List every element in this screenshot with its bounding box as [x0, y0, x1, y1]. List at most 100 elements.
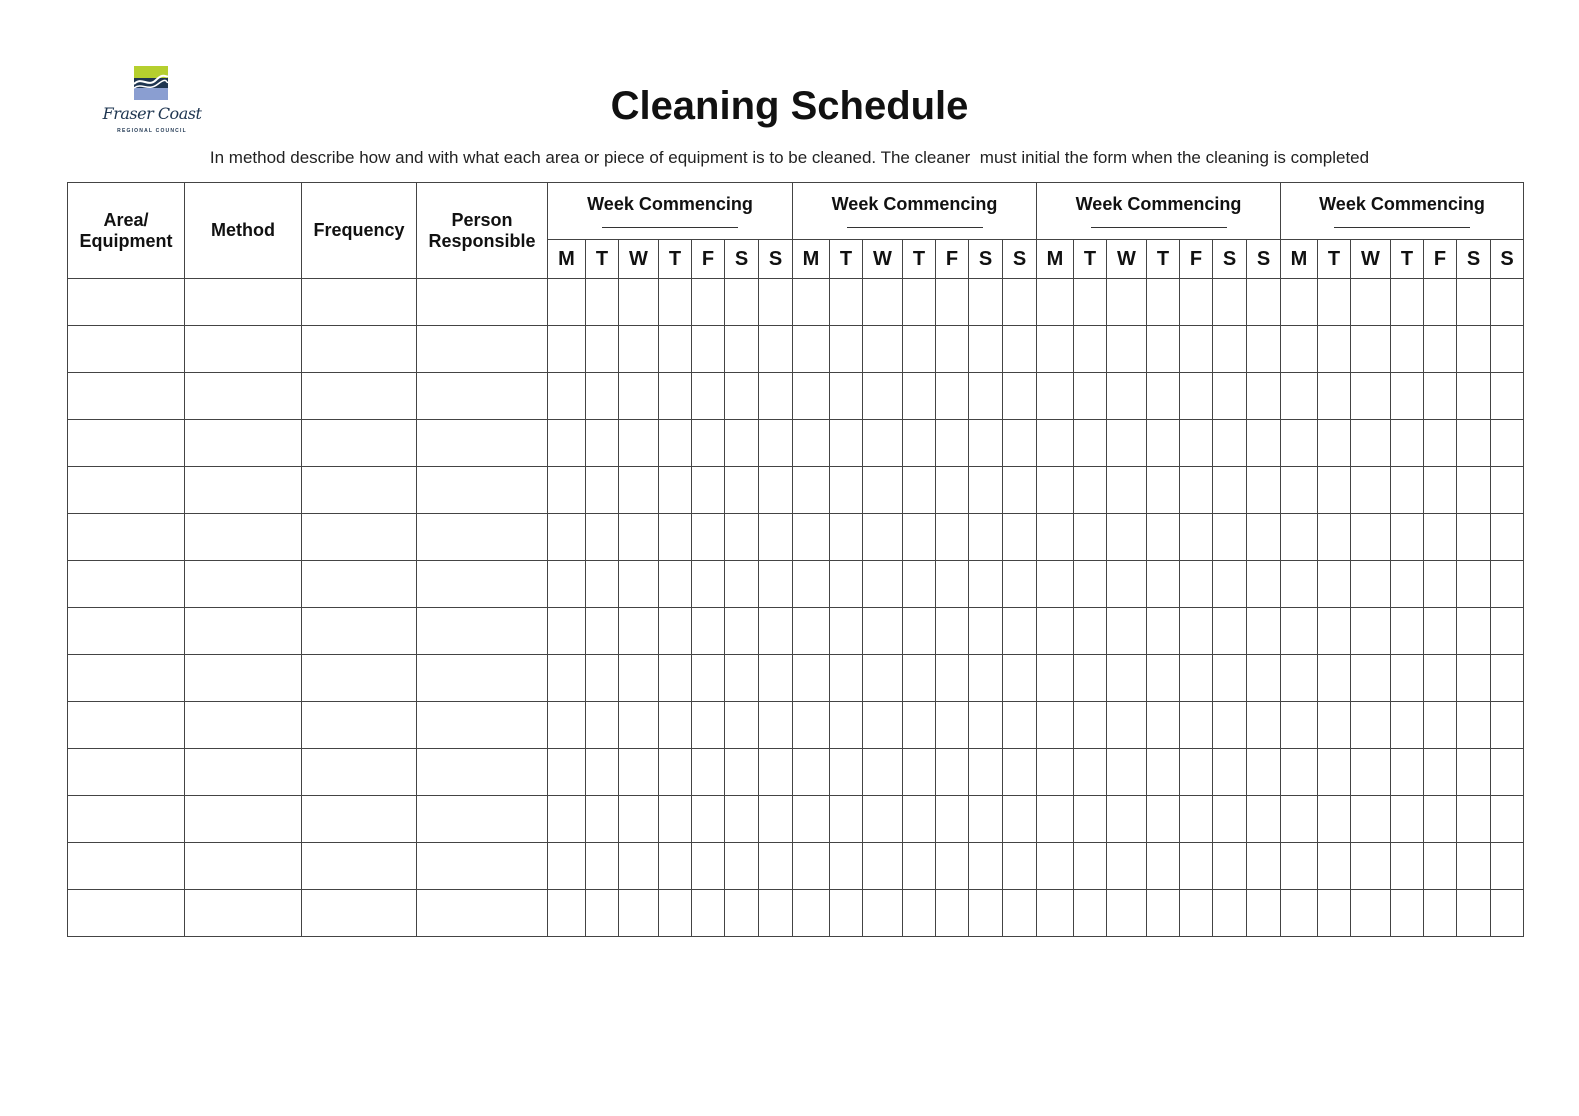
- initial-cell[interactable]: [1106, 466, 1147, 514]
- initial-cell[interactable]: [658, 278, 692, 326]
- initial-cell[interactable]: [862, 748, 903, 796]
- initial-cell[interactable]: [691, 748, 725, 796]
- initial-cell[interactable]: [935, 372, 969, 420]
- initial-cell[interactable]: [829, 513, 863, 561]
- initial-cell[interactable]: [1179, 560, 1213, 608]
- initial-cell[interactable]: [968, 889, 1003, 937]
- initial-cell[interactable]: [1036, 889, 1074, 937]
- initial-cell[interactable]: [1456, 607, 1491, 655]
- initial-cell[interactable]: [1073, 607, 1107, 655]
- initial-cell[interactable]: [1390, 372, 1424, 420]
- initial-cell[interactable]: [1073, 325, 1107, 373]
- area-cell[interactable]: [67, 701, 185, 749]
- initial-cell[interactable]: [691, 278, 725, 326]
- initial-cell[interactable]: [1179, 466, 1213, 514]
- initial-cell[interactable]: [1390, 889, 1424, 937]
- initial-cell[interactable]: [1179, 842, 1213, 890]
- initial-cell[interactable]: [829, 889, 863, 937]
- initial-cell[interactable]: [1350, 419, 1391, 467]
- initial-cell[interactable]: [862, 795, 903, 843]
- initial-cell[interactable]: [758, 325, 793, 373]
- initial-cell[interactable]: [829, 701, 863, 749]
- initial-cell[interactable]: [1490, 466, 1524, 514]
- initial-cell[interactable]: [1280, 607, 1318, 655]
- initial-cell[interactable]: [758, 278, 793, 326]
- initial-cell[interactable]: [1280, 701, 1318, 749]
- initial-cell[interactable]: [585, 560, 619, 608]
- initial-cell[interactable]: [1280, 325, 1318, 373]
- initial-cell[interactable]: [1106, 654, 1147, 702]
- initial-cell[interactable]: [724, 419, 759, 467]
- initial-cell[interactable]: [618, 325, 659, 373]
- initial-cell[interactable]: [1317, 748, 1351, 796]
- initial-cell[interactable]: [658, 748, 692, 796]
- initial-cell[interactable]: [1317, 466, 1351, 514]
- initial-cell[interactable]: [1146, 889, 1180, 937]
- frequency-cell[interactable]: [301, 748, 417, 796]
- initial-cell[interactable]: [1350, 325, 1391, 373]
- initial-cell[interactable]: [1002, 372, 1037, 420]
- initial-cell[interactable]: [1246, 795, 1281, 843]
- initial-cell[interactable]: [1280, 842, 1318, 890]
- initial-cell[interactable]: [792, 325, 830, 373]
- initial-cell[interactable]: [902, 513, 936, 561]
- initial-cell[interactable]: [1350, 560, 1391, 608]
- initial-cell[interactable]: [1002, 419, 1037, 467]
- initial-cell[interactable]: [1036, 278, 1074, 326]
- initial-cell[interactable]: [547, 560, 586, 608]
- person-cell[interactable]: [416, 325, 548, 373]
- initial-cell[interactable]: [1002, 278, 1037, 326]
- initial-cell[interactable]: [1390, 325, 1424, 373]
- initial-cell[interactable]: [1212, 607, 1247, 655]
- frequency-cell[interactable]: [301, 654, 417, 702]
- area-cell[interactable]: [67, 372, 185, 420]
- initial-cell[interactable]: [902, 701, 936, 749]
- initial-cell[interactable]: [1036, 372, 1074, 420]
- person-cell[interactable]: [416, 372, 548, 420]
- initial-cell[interactable]: [585, 748, 619, 796]
- initial-cell[interactable]: [1002, 889, 1037, 937]
- initial-cell[interactable]: [1490, 748, 1524, 796]
- frequency-cell[interactable]: [301, 842, 417, 890]
- initial-cell[interactable]: [935, 278, 969, 326]
- initial-cell[interactable]: [1212, 466, 1247, 514]
- initial-cell[interactable]: [968, 560, 1003, 608]
- initial-cell[interactable]: [829, 419, 863, 467]
- initial-cell[interactable]: [935, 654, 969, 702]
- initial-cell[interactable]: [1146, 795, 1180, 843]
- initial-cell[interactable]: [1179, 748, 1213, 796]
- initial-cell[interactable]: [1212, 795, 1247, 843]
- initial-cell[interactable]: [1146, 513, 1180, 561]
- initial-cell[interactable]: [1073, 278, 1107, 326]
- area-cell[interactable]: [67, 278, 185, 326]
- initial-cell[interactable]: [658, 889, 692, 937]
- initial-cell[interactable]: [792, 842, 830, 890]
- area-cell[interactable]: [67, 889, 185, 937]
- initial-cell[interactable]: [547, 748, 586, 796]
- initial-cell[interactable]: [1423, 795, 1457, 843]
- initial-cell[interactable]: [1036, 466, 1074, 514]
- initial-cell[interactable]: [1146, 748, 1180, 796]
- initial-cell[interactable]: [1036, 654, 1074, 702]
- initial-cell[interactable]: [1456, 419, 1491, 467]
- initial-cell[interactable]: [658, 560, 692, 608]
- initial-cell[interactable]: [1106, 325, 1147, 373]
- initial-cell[interactable]: [547, 701, 586, 749]
- initial-cell[interactable]: [1350, 795, 1391, 843]
- area-cell[interactable]: [67, 419, 185, 467]
- method-cell[interactable]: [184, 607, 302, 655]
- initial-cell[interactable]: [1456, 748, 1491, 796]
- initial-cell[interactable]: [1350, 701, 1391, 749]
- initial-cell[interactable]: [829, 466, 863, 514]
- initial-cell[interactable]: [1350, 278, 1391, 326]
- initial-cell[interactable]: [862, 654, 903, 702]
- initial-cell[interactable]: [792, 607, 830, 655]
- initial-cell[interactable]: [1280, 889, 1318, 937]
- initial-cell[interactable]: [1423, 513, 1457, 561]
- initial-cell[interactable]: [691, 795, 725, 843]
- initial-cell[interactable]: [547, 889, 586, 937]
- initial-cell[interactable]: [658, 842, 692, 890]
- initial-cell[interactable]: [1317, 889, 1351, 937]
- frequency-cell[interactable]: [301, 325, 417, 373]
- initial-cell[interactable]: [829, 560, 863, 608]
